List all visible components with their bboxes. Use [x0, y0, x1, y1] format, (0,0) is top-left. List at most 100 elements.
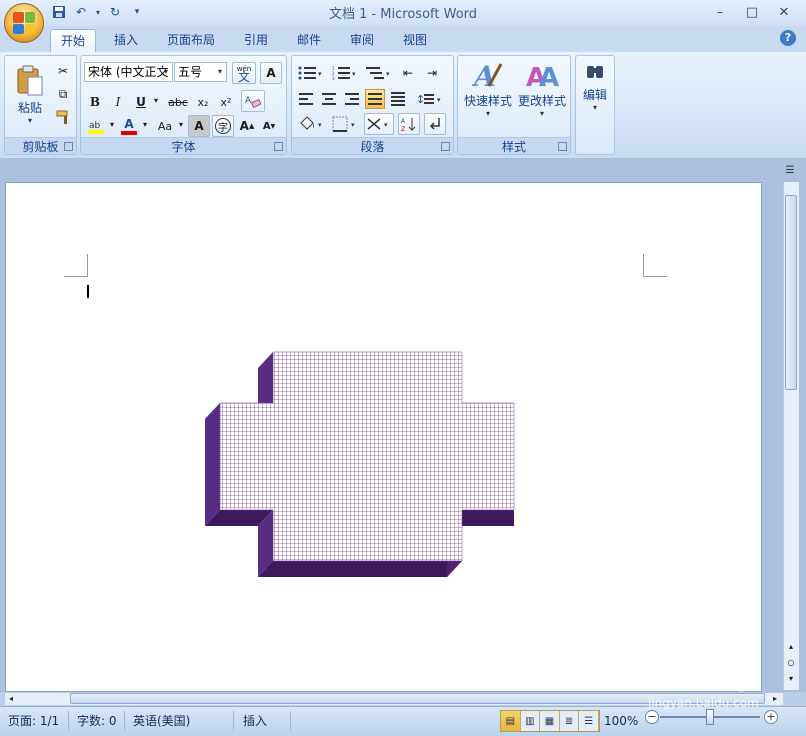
- highlight-button[interactable]: ab: [85, 116, 107, 136]
- prev-page-icon[interactable]: ▴: [785, 640, 797, 652]
- change-case-dropdown-icon[interactable]: ▾: [177, 120, 185, 129]
- shading-button[interactable]: ▾: [296, 114, 326, 134]
- tab-home[interactable]: 开始: [50, 29, 97, 52]
- tab-mailings[interactable]: 邮件: [287, 29, 331, 52]
- vertical-scroll-thumb[interactable]: [785, 195, 797, 390]
- increase-indent-icon[interactable]: ⇥: [422, 63, 442, 83]
- tab-references[interactable]: 引用: [234, 29, 278, 52]
- zoom-out-icon[interactable]: −: [645, 710, 659, 724]
- subscript-button[interactable]: x₂: [193, 92, 213, 112]
- borders-button[interactable]: ▾: [330, 114, 360, 134]
- line-spacing-button[interactable]: ↕ ▾: [414, 89, 446, 109]
- close-button[interactable]: ✕: [768, 2, 800, 22]
- web-layout-icon[interactable]: ▦: [540, 711, 560, 731]
- bullets-button[interactable]: ▾: [296, 63, 326, 83]
- minimize-button[interactable]: –: [704, 2, 736, 22]
- font-color-dropdown-icon[interactable]: ▾: [141, 120, 149, 129]
- italic-button[interactable]: I: [108, 92, 128, 112]
- zoom-in-icon[interactable]: +: [764, 710, 778, 724]
- 3d-cross-shape[interactable]: [6, 183, 763, 693]
- char-shading-button[interactable]: A: [188, 115, 210, 137]
- show-marks-button[interactable]: [424, 113, 446, 135]
- print-layout-icon[interactable]: ▤: [501, 711, 521, 731]
- chevron-down-icon[interactable]: ▾: [214, 63, 226, 81]
- office-button[interactable]: [4, 3, 44, 43]
- paste-button[interactable]: 粘贴 ▾: [11, 60, 49, 130]
- styles-group: A 快速样式 ▾ AA 更改样式 ▾ 样式: [457, 55, 571, 155]
- numbering-button[interactable]: 1 2 3 ▾: [330, 63, 360, 83]
- status-language[interactable]: 英语(美国): [133, 712, 190, 730]
- baidu-watermark-url: jingyan.baidu.com: [648, 696, 759, 710]
- svg-text:A: A: [245, 96, 252, 106]
- zoom-level[interactable]: 100%: [604, 712, 638, 730]
- baidu-watermark: Baidu经验: [620, 666, 763, 696]
- font-color-button[interactable]: A: [119, 116, 139, 136]
- eraser-icon: A: [245, 96, 262, 109]
- quick-styles-button[interactable]: A 快速样式 ▾: [462, 60, 514, 130]
- status-separator: [290, 711, 291, 731]
- clear-formatting-button[interactable]: A: [241, 90, 265, 112]
- font-launcher-icon[interactable]: [274, 142, 283, 151]
- numbering-icon: 123▾: [332, 66, 356, 80]
- tab-page-layout[interactable]: 页面布局: [157, 29, 225, 52]
- font-size-combo[interactable]: 五号 ▾: [174, 62, 227, 82]
- line-spacing-icon: ↕ ▾: [416, 93, 441, 106]
- highlight-dropdown-icon[interactable]: ▾: [108, 120, 116, 129]
- chinese-layout-button[interactable]: ▾: [364, 113, 394, 135]
- strikethrough-button[interactable]: abc: [165, 92, 191, 112]
- paste-icon: [17, 65, 43, 96]
- shrink-font-button[interactable]: A ▼: [259, 116, 279, 136]
- status-separator: [68, 711, 69, 731]
- superscript-button[interactable]: x²: [216, 92, 236, 112]
- maximize-button[interactable]: □: [736, 2, 768, 22]
- cut-icon[interactable]: ✂: [53, 61, 73, 81]
- change-styles-button[interactable]: AA 更改样式 ▾: [516, 60, 568, 130]
- scroll-right-icon[interactable]: ▸: [770, 693, 780, 704]
- svg-text:▾: ▾: [386, 70, 390, 78]
- full-screen-reading-icon[interactable]: ▥: [520, 711, 541, 731]
- help-icon[interactable]: ?: [780, 30, 796, 46]
- decrease-indent-icon[interactable]: ⇤: [398, 63, 418, 83]
- tab-view[interactable]: 视图: [393, 29, 437, 52]
- char-border-button[interactable]: A: [260, 62, 282, 84]
- multilevel-list-button[interactable]: ▾: [364, 63, 394, 83]
- paragraph-launcher-icon[interactable]: [441, 142, 450, 151]
- scroll-left-icon[interactable]: ◂: [6, 693, 16, 704]
- tab-insert[interactable]: 插入: [104, 29, 148, 52]
- status-page[interactable]: 页面: 1/1: [8, 712, 59, 730]
- underline-button[interactable]: U: [131, 92, 151, 112]
- format-painter-icon[interactable]: [53, 107, 73, 127]
- align-left-icon[interactable]: [296, 89, 316, 109]
- editing-label: 编辑: [582, 88, 607, 102]
- phonetic-guide-button[interactable]: wén 文: [232, 62, 256, 84]
- font-name-combo[interactable]: 宋体 (中文正文 ▾: [84, 62, 173, 82]
- document-page[interactable]: [5, 182, 762, 692]
- chevron-down-icon[interactable]: ▾: [160, 63, 172, 81]
- draft-icon[interactable]: ☰: [579, 711, 599, 731]
- next-page-icon[interactable]: ▾: [785, 672, 797, 684]
- change-case-button[interactable]: Aa: [152, 116, 178, 136]
- status-words[interactable]: 字数: 0: [77, 712, 117, 730]
- align-right-icon[interactable]: [342, 89, 362, 109]
- bold-button[interactable]: B: [85, 92, 105, 112]
- sort-button[interactable]: AZ: [398, 113, 420, 135]
- outline-icon[interactable]: ≣: [559, 711, 580, 731]
- grow-font-button[interactable]: A ▲: [237, 116, 257, 136]
- underline-dropdown-icon[interactable]: ▾: [152, 96, 160, 105]
- align-center-icon[interactable]: [319, 89, 339, 109]
- tab-review[interactable]: 审阅: [340, 29, 384, 52]
- zoom-slider-thumb[interactable]: [706, 709, 714, 725]
- justify-icon[interactable]: [365, 89, 385, 109]
- svg-text:A: A: [471, 60, 496, 92]
- copy-icon[interactable]: ⧉: [53, 84, 73, 104]
- svg-text:A: A: [539, 63, 559, 92]
- status-insert-mode[interactable]: 插入: [243, 712, 267, 730]
- styles-launcher-icon[interactable]: [558, 142, 567, 151]
- clipboard-launcher-icon[interactable]: [64, 142, 73, 151]
- paint-bucket-icon: ▾: [300, 116, 322, 130]
- ruler-toggle-icon[interactable]: ☰: [783, 165, 797, 181]
- distributed-icon[interactable]: [388, 89, 408, 109]
- enclose-char-button[interactable]: 字: [212, 115, 234, 137]
- browse-object-icon[interactable]: ○: [785, 656, 797, 668]
- find-button[interactable]: 编辑 ▾: [578, 60, 612, 130]
